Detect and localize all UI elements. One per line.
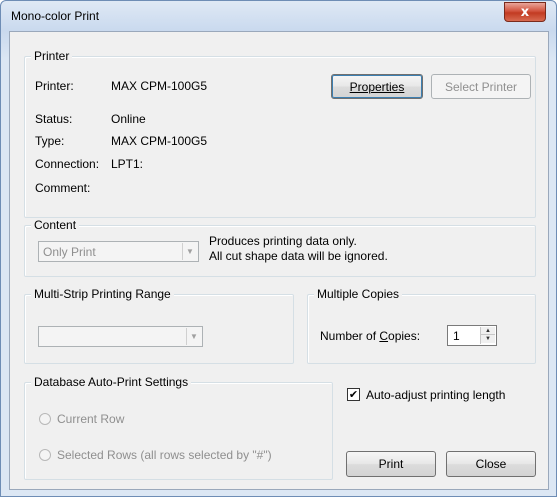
close-icon: x xyxy=(520,4,530,20)
current-row-label: Current Row xyxy=(57,412,125,426)
printer-group: Printer Printer: MAX CPM-100G5 Status: O… xyxy=(24,49,536,218)
type-value: MAX CPM-100G5 xyxy=(111,134,208,148)
current-row-radio[interactable] xyxy=(39,413,51,425)
comment-label: Comment: xyxy=(35,181,91,195)
status-value: Online xyxy=(111,112,146,126)
connection-label: Connection: xyxy=(35,157,100,171)
copies-value: 1 xyxy=(453,329,460,343)
chevron-down-icon: ▼ xyxy=(186,328,201,345)
content-mode-value: Only Print xyxy=(43,245,96,259)
auto-adjust-checkbox[interactable]: ✔ xyxy=(347,388,360,401)
copies-spinner[interactable]: 1 ▲ ▼ xyxy=(447,325,497,346)
content-note-line1: Produces printing data only. xyxy=(209,234,357,248)
print-button-label: Print xyxy=(378,457,404,471)
print-button[interactable]: Print xyxy=(346,451,436,477)
title-bar[interactable]: Mono-color Print x xyxy=(1,1,556,31)
type-label: Type: xyxy=(35,134,65,148)
window-close-button[interactable]: x xyxy=(504,2,546,22)
close-button-label: Close xyxy=(475,457,507,471)
multistrip-group-legend: Multi-Strip Printing Range xyxy=(31,287,174,301)
printer-label: Printer: xyxy=(35,79,74,93)
copies-group: Multiple Copies Number of Copies: 1 ▲ ▼ xyxy=(307,287,536,364)
content-group: Content Only Print ▼ Produces printing d… xyxy=(24,218,536,277)
dialog-window: Mono-color Print x Printer Printer: MAX … xyxy=(0,0,557,497)
copies-label: Number of Copies: xyxy=(320,329,421,343)
content-mode-select[interactable]: Only Print ▼ xyxy=(38,241,199,262)
checkmark-icon: ✔ xyxy=(348,388,359,401)
copies-spinner-buttons: ▲ ▼ xyxy=(480,327,495,344)
selected-rows-radio[interactable] xyxy=(39,449,51,461)
properties-button-label: Properties xyxy=(349,79,405,94)
select-printer-button-label: Select Printer xyxy=(444,79,518,94)
content-note-line2: All cut shape data will be ignored. xyxy=(209,249,388,263)
auto-adjust-label: Auto-adjust printing length xyxy=(366,388,506,402)
status-label: Status: xyxy=(35,112,73,126)
dialog-client-area: Printer Printer: MAX CPM-100G5 Status: O… xyxy=(9,31,549,490)
printer-group-legend: Printer xyxy=(31,49,73,63)
select-printer-button[interactable]: Select Printer xyxy=(431,74,531,99)
properties-button[interactable]: Properties xyxy=(331,74,423,99)
spin-down-icon[interactable]: ▼ xyxy=(481,335,495,343)
database-group: Database Auto-Print Settings Current Row… xyxy=(24,375,333,480)
multistrip-range-select[interactable]: ▼ xyxy=(38,326,203,347)
selected-rows-label: Selected Rows (all rows selected by "#") xyxy=(57,448,272,462)
close-button[interactable]: Close xyxy=(446,451,536,477)
database-group-legend: Database Auto-Print Settings xyxy=(31,375,192,389)
connection-value: LPT1: xyxy=(111,157,144,171)
content-group-legend: Content xyxy=(31,218,80,232)
spin-up-icon[interactable]: ▲ xyxy=(481,327,495,335)
copies-group-legend: Multiple Copies xyxy=(314,287,403,301)
chevron-down-icon: ▼ xyxy=(182,243,197,260)
printer-value: MAX CPM-100G5 xyxy=(111,79,208,93)
multistrip-group: Multi-Strip Printing Range ▼ xyxy=(24,287,294,364)
window-title: Mono-color Print xyxy=(11,9,100,23)
